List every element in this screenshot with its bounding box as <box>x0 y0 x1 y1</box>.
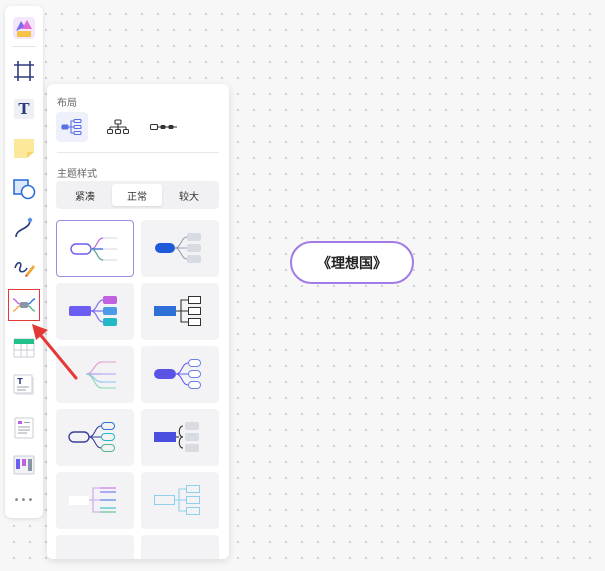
sticky-note-icon[interactable] <box>10 134 38 162</box>
density-normal-option[interactable]: 正常 <box>112 184 162 206</box>
connector-icon[interactable] <box>10 214 38 242</box>
layout-timeline-button[interactable] <box>148 112 180 142</box>
mindmap-icon[interactable] <box>8 289 40 321</box>
annotation-arrow <box>32 324 78 380</box>
theme-card-11[interactable] <box>56 535 134 559</box>
frame-icon[interactable] <box>10 57 38 85</box>
shape-icon[interactable] <box>10 175 38 203</box>
layout-right-tree-button[interactable] <box>56 112 88 142</box>
theme-card-10[interactable] <box>141 472 219 529</box>
left-toolbar: T T ••• <box>5 6 43 518</box>
theme-preview-10-icon <box>154 485 200 515</box>
text-icon[interactable]: T <box>10 95 38 123</box>
svg-text:T: T <box>18 100 30 118</box>
toolbar-separator <box>12 46 36 47</box>
theme-preview-4-icon <box>154 296 201 326</box>
theme-preview-9-icon <box>69 487 116 513</box>
theme-card-12[interactable] <box>141 535 219 559</box>
theme-card-2[interactable] <box>141 220 219 277</box>
theme-preview-6-icon <box>154 359 201 389</box>
theme-preview-8-icon <box>154 422 199 452</box>
svg-text:T: T <box>17 377 23 386</box>
theme-card-4[interactable] <box>141 283 219 340</box>
theme-section-title: 主题样式 <box>57 169 97 180</box>
list-card-icon[interactable] <box>10 414 38 442</box>
kanban-icon[interactable] <box>10 451 38 479</box>
density-compact-option[interactable]: 紧凑 <box>60 184 110 206</box>
panel-divider <box>57 152 219 153</box>
theme-card-9[interactable] <box>56 472 134 529</box>
pen-icon[interactable] <box>10 254 38 282</box>
logo-icon[interactable] <box>10 14 38 42</box>
theme-card-1[interactable] <box>56 220 134 277</box>
theme-card-8[interactable] <box>141 409 219 466</box>
layout-section-title: 布局 <box>57 98 77 109</box>
layout-right-tree-icon <box>61 119 82 135</box>
theme-preview-7-icon <box>68 422 115 452</box>
layout-org-chart-button[interactable] <box>102 112 134 142</box>
theme-card-7[interactable] <box>56 409 134 466</box>
theme-preview-2-icon <box>155 233 201 263</box>
theme-card-6[interactable] <box>141 346 219 403</box>
layout-org-chart-icon <box>107 119 129 135</box>
central-topic-node[interactable]: 《理想国》 <box>290 241 414 284</box>
density-segmented-control: 紧凑 正常 较大 <box>56 181 219 209</box>
more-icon[interactable]: ••• <box>10 486 38 514</box>
theme-preview-1-icon <box>70 237 117 261</box>
density-large-option[interactable]: 较大 <box>164 184 214 206</box>
layout-timeline-icon <box>150 123 177 131</box>
